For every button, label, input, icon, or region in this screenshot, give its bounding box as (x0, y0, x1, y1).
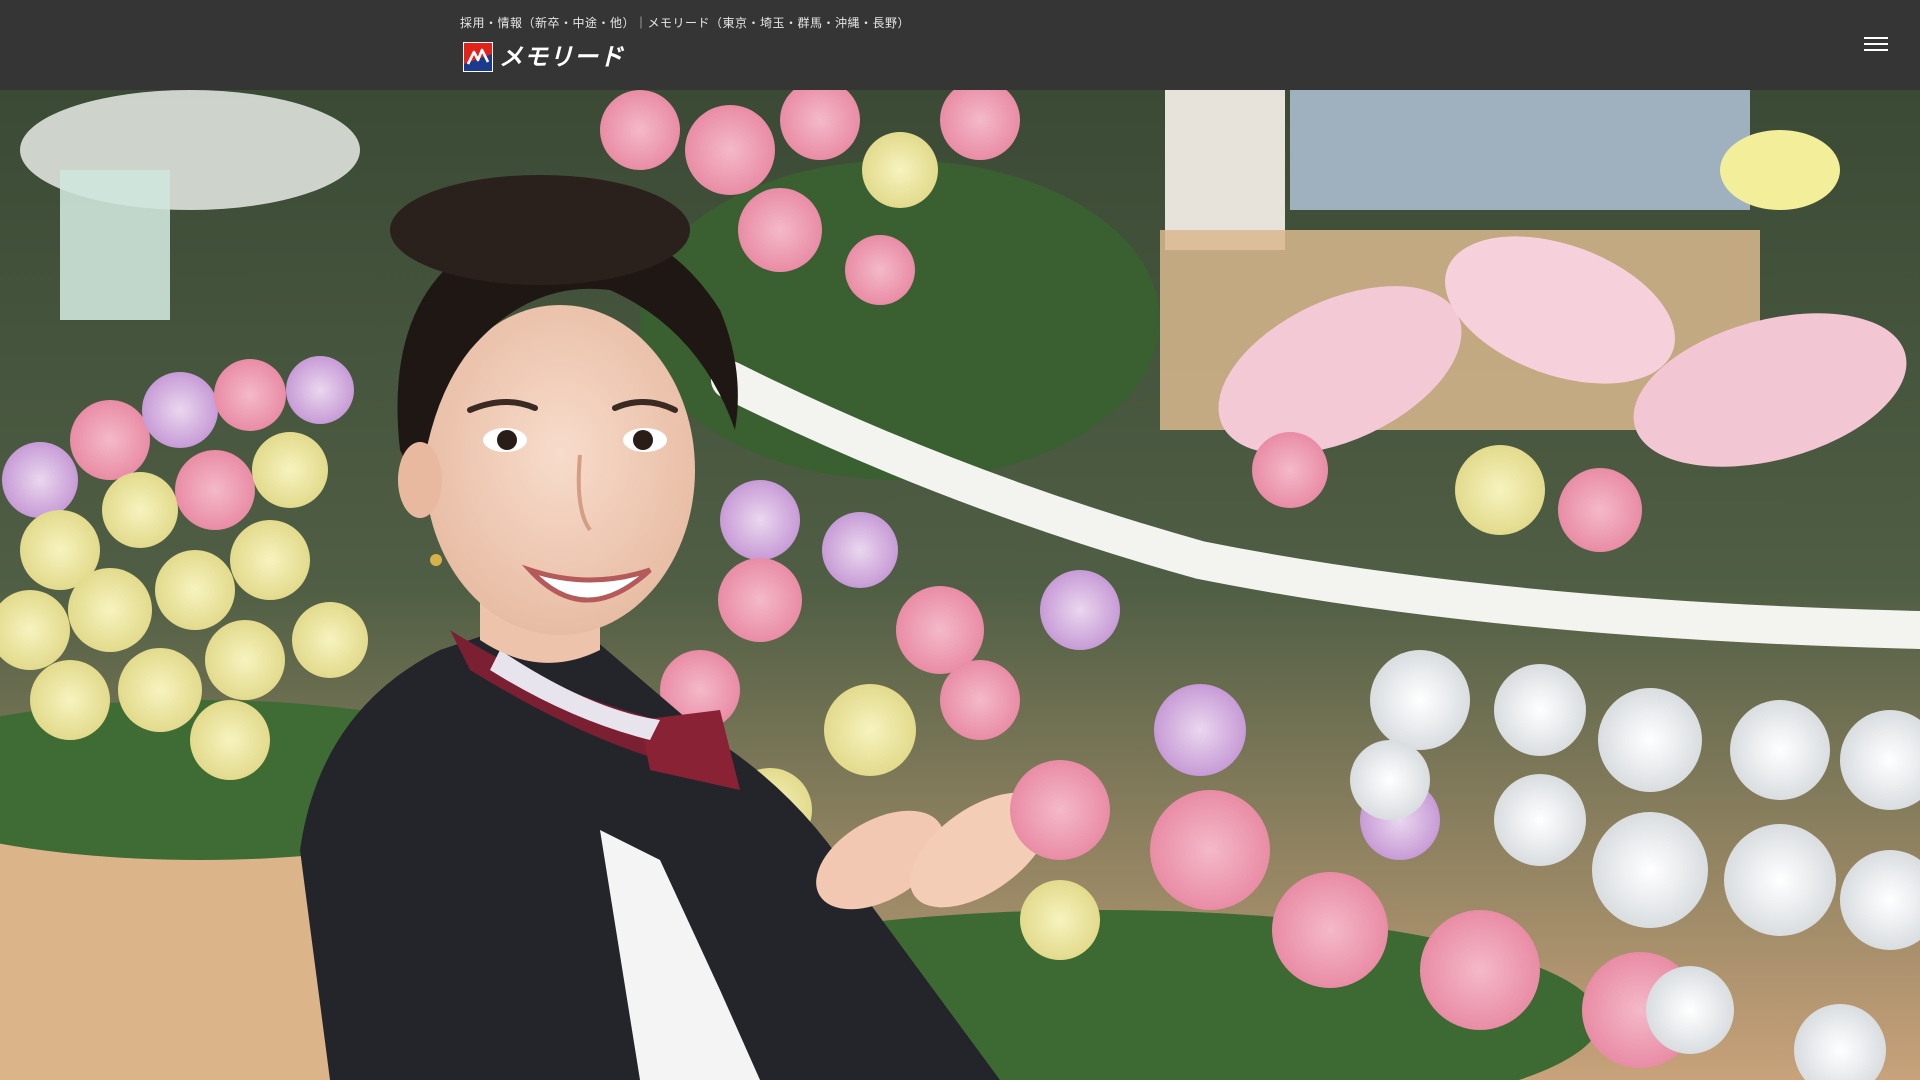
hamburger-menu-button[interactable] (1862, 31, 1890, 53)
hero-photo (0, 90, 1920, 1080)
site-logo-link[interactable]: メモリード (463, 42, 624, 72)
memolead-logo-icon (463, 42, 493, 72)
logo-text: メモリード (499, 43, 624, 71)
hero-image (0, 90, 1920, 1080)
site-header: 採用・情報（新卒・中途・他）｜メモリード（東京・埼玉・群馬・沖縄・長野） メモリ… (0, 0, 1920, 90)
hamburger-menu-icon (1864, 37, 1888, 39)
site-tagline: 採用・情報（新卒・中途・他）｜メモリード（東京・埼玉・群馬・沖縄・長野） (460, 16, 911, 30)
